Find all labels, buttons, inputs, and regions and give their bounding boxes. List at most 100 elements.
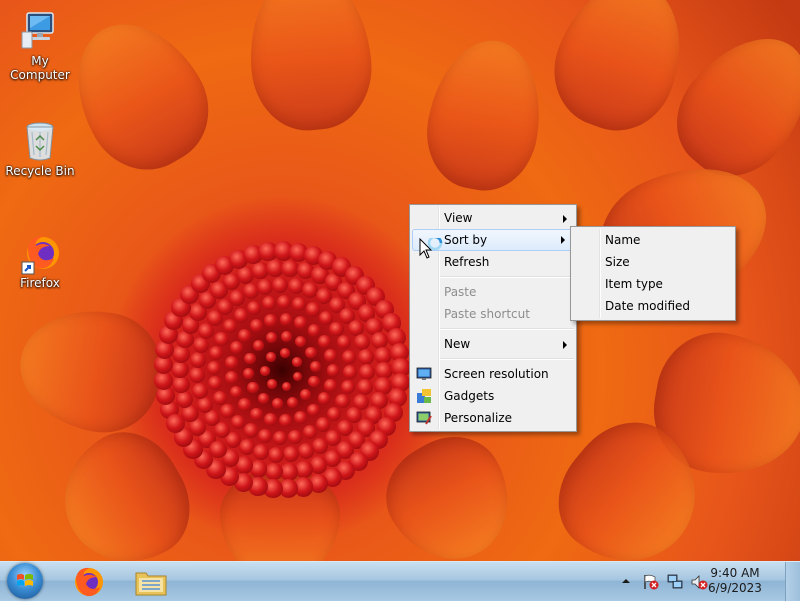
menu-item-label: Name	[605, 233, 641, 247]
submenu-item-size[interactable]: Size	[571, 251, 735, 273]
personalize-icon	[416, 410, 432, 426]
clock-time: 9:40 AM	[710, 566, 760, 580]
flower-seed	[247, 300, 262, 316]
flower-seed	[196, 396, 213, 413]
flower-seed	[250, 319, 264, 333]
flower-seed	[229, 385, 243, 399]
flower-seed	[280, 348, 290, 359]
flower-seed	[276, 294, 292, 310]
flower-seed	[268, 446, 285, 463]
flower-seed	[242, 367, 254, 379]
flower-seed	[172, 375, 190, 394]
flower-seed	[281, 381, 292, 392]
flower-seed	[272, 398, 284, 410]
flower-seed	[342, 364, 358, 380]
network-icon[interactable]	[666, 573, 684, 591]
flower-seed	[357, 379, 374, 396]
submenu-item-date-modified[interactable]: Date modified	[571, 295, 735, 317]
gadgets-icon	[416, 388, 432, 404]
flower-seed	[189, 367, 206, 384]
flower-seed	[238, 328, 252, 342]
flower-seed	[326, 363, 340, 377]
flower-seed	[310, 361, 322, 373]
menu-item-new[interactable]: New	[410, 333, 576, 355]
desktop-icon-label: Firefox	[20, 276, 60, 290]
flower-seed	[212, 390, 228, 405]
flower-seed	[341, 349, 356, 364]
flower-seed	[317, 335, 331, 348]
flower-seed	[225, 371, 238, 384]
flower-seed	[292, 357, 302, 367]
desktop-icon-firefox[interactable]: Firefox	[0, 232, 80, 290]
menu-item-label: Sort by	[444, 233, 488, 247]
flower-seed	[302, 424, 317, 440]
start-button[interactable]	[2, 562, 52, 601]
flower-seed	[307, 323, 321, 337]
flower-seed	[267, 378, 277, 389]
flower-seed	[336, 335, 352, 350]
submenu-item-item-type[interactable]: Item type	[571, 273, 735, 295]
start-orb-icon	[7, 563, 43, 599]
flower-seed	[238, 398, 251, 411]
flower-seed	[252, 340, 264, 352]
desktop-icon-label: Recycle Bin	[5, 164, 75, 178]
flower-seed	[294, 335, 307, 348]
menu-item-label: Size	[605, 255, 630, 269]
action-center-flag-icon[interactable]	[642, 573, 660, 591]
flower-seed	[214, 331, 229, 346]
taskbar-firefox-button[interactable]	[60, 562, 120, 601]
flower-seed	[257, 278, 274, 295]
flower-seed	[230, 414, 246, 430]
flower-seed	[222, 318, 238, 334]
submenu-arrow-icon	[563, 215, 567, 223]
menu-item-gadgets[interactable]: Gadgets	[410, 385, 576, 407]
wallpaper-petal	[368, 418, 532, 561]
flower-seed	[357, 348, 374, 365]
flower-seed	[300, 388, 312, 400]
flower-seed	[244, 352, 256, 364]
flower-seed	[294, 316, 308, 329]
flower-seed	[229, 341, 243, 355]
flower-seed	[294, 411, 307, 424]
flower-seed	[247, 382, 259, 394]
flower-seed	[287, 429, 303, 444]
desktop-icon-recycle-bin[interactable]: Recycle Bin	[0, 120, 80, 178]
desktop-icon-my-computer[interactable]: My Computer	[0, 10, 80, 82]
menu-item-label: Paste	[444, 285, 477, 299]
firefox-icon	[20, 232, 60, 275]
menu-item-paste: Paste	[410, 281, 576, 303]
flower-seed	[308, 376, 320, 388]
show-desktop-button[interactable]	[785, 562, 800, 601]
wallpaper-petal	[243, 0, 377, 135]
menu-item-personalize[interactable]: Personalize	[410, 407, 576, 429]
flower-seed	[260, 366, 270, 376]
desktop-background[interactable]: My Computer Recycle Bin Firefox View Sor…	[0, 0, 800, 561]
flower-seed	[283, 446, 300, 463]
taskbar-file-explorer-button[interactable]	[122, 562, 182, 601]
flower-seed	[252, 444, 269, 461]
sort-by-submenu: Name Size Item type Date modified	[570, 226, 736, 321]
show-hidden-icons-button[interactable]	[620, 574, 632, 588]
flower-seed	[242, 283, 259, 300]
desktop-icon-label: My Computer	[10, 54, 70, 82]
flower-seed	[265, 332, 277, 344]
submenu-item-name[interactable]: Name	[571, 229, 735, 251]
screen-resolution-icon	[416, 366, 432, 382]
menu-item-label: Personalize	[444, 411, 513, 425]
menu-item-label: New	[444, 337, 471, 351]
flower-seed	[272, 430, 288, 446]
menu-item-label: Screen resolution	[444, 367, 549, 381]
flower-seed	[324, 378, 338, 392]
flower-seed	[272, 277, 289, 294]
taskbar-clock[interactable]: 9:40 AM 6/9/2023	[700, 566, 770, 596]
flower-seed	[171, 360, 189, 379]
mouse-pointer-busy-icon	[419, 235, 443, 264]
flower-seed	[192, 337, 209, 354]
menu-item-screen-resolution[interactable]: Screen resolution	[410, 363, 576, 385]
flower-seed	[354, 334, 371, 351]
flower-seed	[189, 352, 206, 369]
flower-seed	[261, 296, 276, 311]
flower-seed	[264, 313, 278, 327]
menu-item-view[interactable]: View	[410, 207, 576, 229]
flower-seed	[257, 428, 273, 444]
